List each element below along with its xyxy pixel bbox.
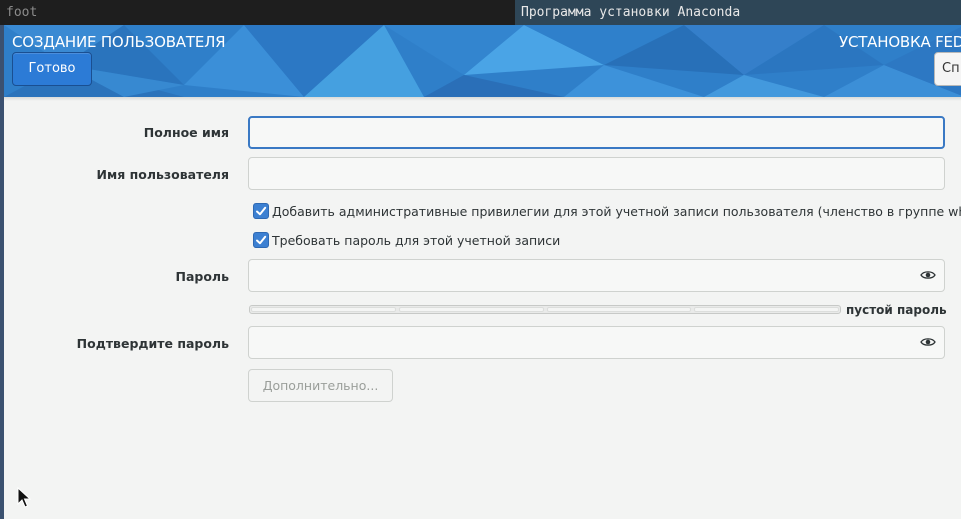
header-banner: СОЗДАНИЕ ПОЛЬЗОВАТЕЛЯ УСТАНОВКА FED Гото…	[4, 25, 961, 97]
check-icon	[256, 206, 267, 216]
username-field[interactable]	[248, 157, 945, 190]
admin-checkbox[interactable]	[253, 203, 269, 219]
strength-segment	[251, 307, 396, 312]
taskbar: foot Программа установки Anaconda	[0, 0, 961, 25]
done-button[interactable]: Готово	[12, 52, 92, 86]
mouse-cursor-icon	[17, 487, 31, 508]
check-icon	[256, 235, 267, 245]
header-shadow	[4, 97, 961, 101]
strength-segment	[398, 307, 544, 312]
eye-icon[interactable]	[920, 269, 936, 281]
advanced-button[interactable]: Дополнительно...	[248, 369, 393, 402]
help-button[interactable]: Сп	[934, 52, 961, 86]
taskbar-item-anaconda[interactable]: Программа установки Anaconda	[515, 0, 961, 25]
confirm-password-label: Подтвердите пароль	[76, 336, 229, 351]
password-field[interactable]	[248, 259, 945, 292]
username-label: Имя пользователя	[96, 167, 229, 182]
taskbar-item-foot[interactable]: foot	[0, 0, 515, 25]
full-name-field[interactable]	[248, 116, 945, 149]
strength-segment	[546, 307, 692, 312]
password-strength-meter	[249, 305, 841, 314]
installer-window: СОЗДАНИЕ ПОЛЬЗОВАТЕЛЯ УСТАНОВКА FED Гото…	[0, 25, 961, 519]
strength-segment	[694, 307, 839, 312]
password-label: Пароль	[175, 269, 230, 284]
require-password-checkbox[interactable]	[253, 232, 269, 248]
full-name-label: Полное имя	[143, 125, 229, 140]
eye-icon[interactable]	[920, 336, 936, 348]
product-title: УСТАНОВКА FED	[839, 33, 961, 51]
require-password-checkbox-label[interactable]: Требовать пароль для этой учетной записи	[272, 233, 560, 248]
admin-checkbox-label[interactable]: Добавить административные привилегии для…	[272, 204, 961, 219]
password-strength-text: пустой пароль	[846, 303, 947, 317]
confirm-password-field[interactable]	[248, 326, 945, 359]
page-title: СОЗДАНИЕ ПОЛЬЗОВАТЕЛЯ	[12, 33, 226, 51]
